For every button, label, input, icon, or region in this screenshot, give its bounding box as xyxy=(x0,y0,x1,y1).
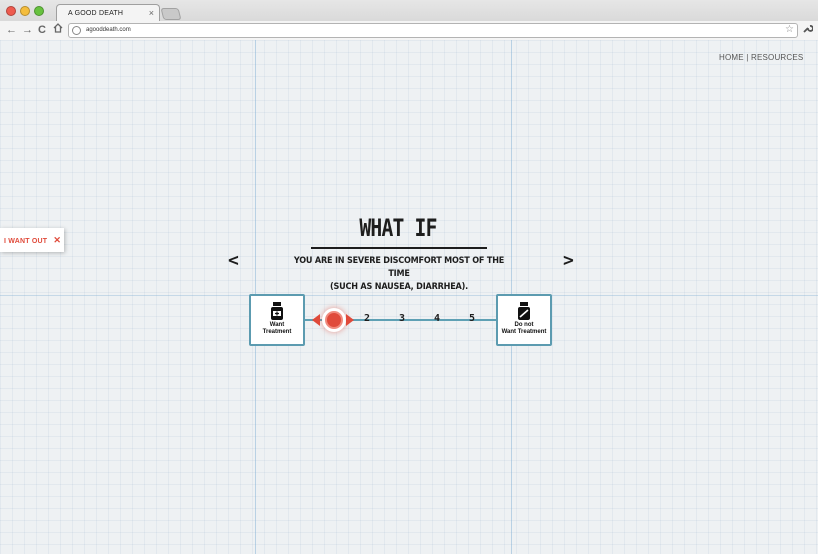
page-content: HOME | RESOURCES I WANT OUT ✕ WHAT IF YO… xyxy=(0,40,818,554)
address-bar[interactable]: agooddeath.com ☆ xyxy=(68,23,798,38)
tab-title: A GOOD DEATH xyxy=(68,10,124,17)
page-info-icon[interactable] xyxy=(72,26,81,35)
want-treatment-line-1: Want xyxy=(269,322,285,328)
do-not-want-line-1: Do not xyxy=(514,322,534,328)
do-not-want-treatment-option[interactable]: Do not Want Treatment xyxy=(496,294,552,346)
question-heading: WHAT IF xyxy=(359,214,437,242)
heading-divider xyxy=(311,247,487,249)
question-text: YOU ARE IN SEVERE DISCOMFORT MOST OF THE… xyxy=(285,255,513,294)
url-text: agooddeath.com xyxy=(86,27,131,33)
scale-step-2[interactable]: 2 xyxy=(364,313,370,324)
slider-left-arrow-icon xyxy=(312,314,320,326)
tab-close-icon[interactable]: × xyxy=(149,8,154,18)
slider-right-arrow-icon xyxy=(346,314,354,326)
browser-tab[interactable]: A GOOD DEATH × xyxy=(56,4,160,22)
previous-question-button[interactable]: < xyxy=(228,250,239,271)
window-controls xyxy=(6,6,44,16)
guide-line xyxy=(0,295,818,296)
scale-step-4[interactable]: 4 xyxy=(434,313,440,324)
minimize-window-button[interactable] xyxy=(20,6,30,16)
close-icon: ✕ xyxy=(53,235,62,245)
i-want-out-label: I WANT OUT xyxy=(4,238,48,245)
reload-icon[interactable]: C xyxy=(38,23,46,37)
nav-separator: | xyxy=(746,53,749,62)
zoom-window-button[interactable] xyxy=(34,6,44,16)
question-line-1: YOU ARE IN SEVERE DISCOMFORT MOST OF THE… xyxy=(293,256,505,279)
top-nav: HOME | RESOURCES xyxy=(719,53,803,62)
nav-resources-link[interactable]: RESOURCES xyxy=(751,53,803,62)
question-line-2: (SUCH AS NAUSEA, DIARRHEA). xyxy=(329,282,468,292)
close-window-button[interactable] xyxy=(6,6,16,16)
medicine-bottle-icon xyxy=(271,302,283,320)
do-not-want-line-2: Want Treatment xyxy=(501,329,547,335)
home-icon[interactable] xyxy=(53,23,63,37)
back-icon[interactable]: ← xyxy=(6,23,17,37)
forward-icon[interactable]: → xyxy=(22,23,33,37)
browser-chrome: A GOOD DEATH × ← → C agooddeath.com ☆ xyxy=(0,0,818,40)
scale-slider-handle[interactable] xyxy=(310,306,356,334)
browser-toolbar: ← → C agooddeath.com ☆ xyxy=(0,21,818,40)
scale-step-5[interactable]: 5 xyxy=(469,313,475,324)
want-treatment-option[interactable]: Want Treatment xyxy=(249,294,305,346)
slider-dot xyxy=(325,311,343,329)
new-tab-button[interactable] xyxy=(160,8,182,20)
i-want-out-button[interactable]: I WANT OUT ✕ xyxy=(0,228,64,252)
bookmark-star-icon[interactable]: ☆ xyxy=(785,24,794,35)
nav-home-link[interactable]: HOME xyxy=(719,53,744,62)
next-question-button[interactable]: > xyxy=(563,250,574,271)
want-treatment-line-2: Treatment xyxy=(262,329,292,335)
medicine-bottle-crossed-icon xyxy=(518,302,530,320)
wrench-menu-icon[interactable] xyxy=(802,23,814,37)
scale-step-3[interactable]: 3 xyxy=(399,313,405,324)
